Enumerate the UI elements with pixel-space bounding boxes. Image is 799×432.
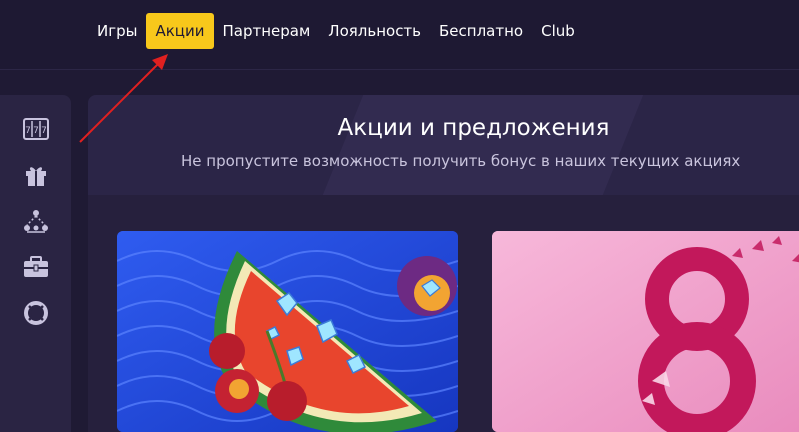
nav-item-games[interactable]: Игры [88, 13, 146, 49]
gift-icon[interactable] [22, 161, 50, 189]
briefcase-icon[interactable] [22, 253, 50, 281]
nav-item-promotions[interactable]: Акции [146, 13, 214, 49]
network-icon[interactable] [22, 207, 50, 235]
icon-sidebar: 7 7 7 [0, 95, 71, 432]
main-nav: Игры Акции Партнерам Лояльность Бесплатн… [88, 13, 584, 49]
slot-machine-icon[interactable]: 7 7 7 [22, 115, 50, 143]
svg-text:7: 7 [41, 126, 47, 136]
top-navigation-bar: Игры Акции Партнерам Лояльность Бесплатн… [0, 0, 799, 70]
promo-card-march-8[interactable] [492, 231, 799, 432]
promotions-hero: Акции и предложения Не пропустите возмож… [88, 95, 799, 195]
svg-text:7: 7 [25, 126, 31, 136]
promo-card-watermelon[interactable] [117, 231, 458, 432]
page-title: Акции и предложения [337, 115, 610, 141]
nav-item-loyalty[interactable]: Лояльность [319, 13, 430, 49]
hero-decor-stripe [322, 95, 644, 195]
march-8-promo-art [492, 231, 799, 432]
nav-item-partners[interactable]: Партнерам [214, 13, 320, 49]
lifebuoy-icon[interactable] [22, 299, 50, 327]
nav-item-club[interactable]: Club [532, 13, 584, 49]
svg-text:7: 7 [33, 126, 39, 136]
promotions-panel: Акции и предложения Не пропустите возмож… [88, 95, 799, 432]
watermelon-promo-art [117, 231, 458, 432]
nav-item-free[interactable]: Бесплатно [430, 13, 532, 49]
page-subtitle: Не пропустите возможность получить бонус… [181, 152, 741, 170]
